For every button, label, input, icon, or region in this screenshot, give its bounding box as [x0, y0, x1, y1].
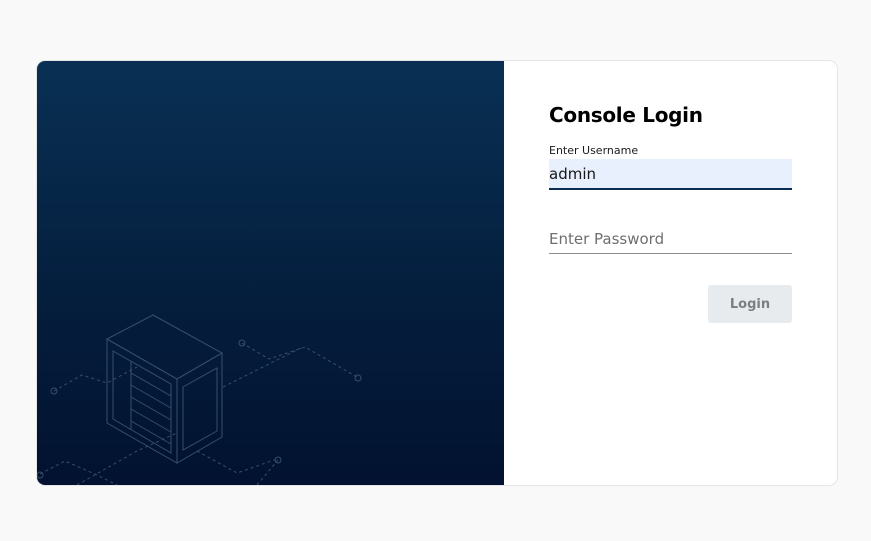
login-form-panel: Console Login Enter Username Login — [504, 61, 837, 485]
hero-panel — [37, 61, 504, 485]
server-rack-illustration-icon — [37, 314, 362, 485]
login-button[interactable]: Login — [708, 285, 792, 323]
password-input[interactable] — [549, 224, 792, 254]
login-title: Console Login — [549, 103, 703, 127]
username-input[interactable] — [549, 159, 792, 190]
login-card: Console Login Enter Username Login — [37, 61, 837, 485]
password-field-group — [549, 224, 792, 254]
username-label: Enter Username — [549, 144, 639, 157]
username-field-group: Enter Username — [549, 144, 792, 190]
